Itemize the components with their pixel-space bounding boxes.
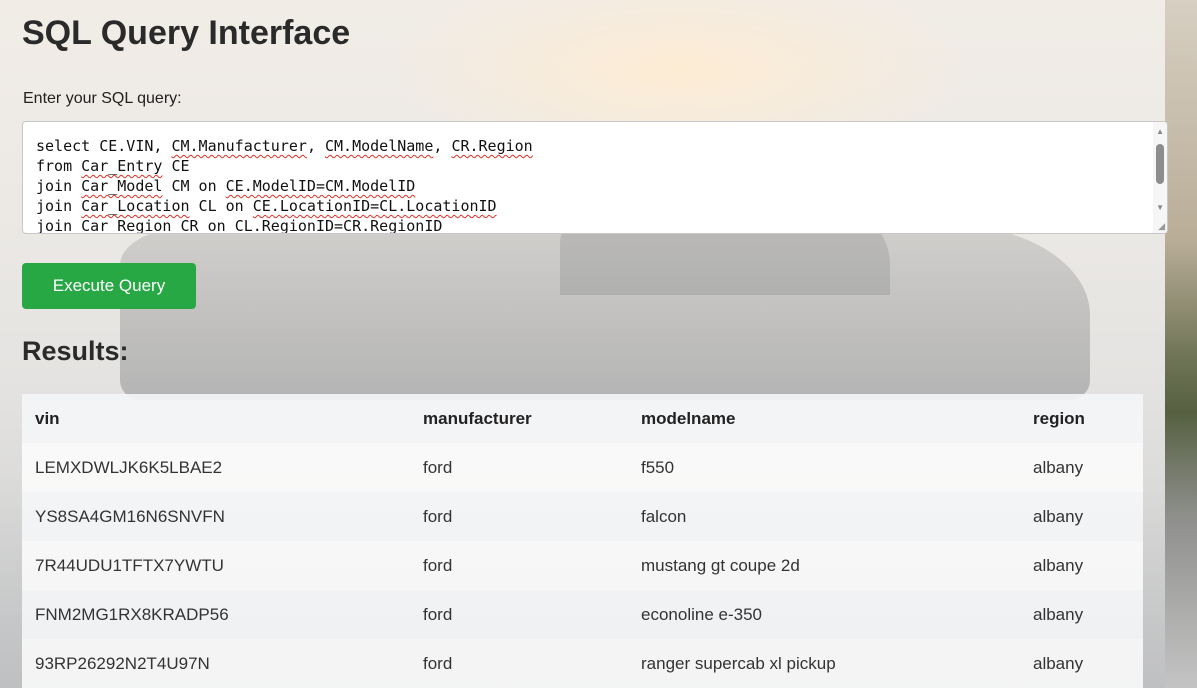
- table-row: YS8SA4GM16N6SNVFN ford falcon albany: [22, 492, 1143, 541]
- cell-modelname: falcon: [628, 492, 1020, 541]
- query-label: Enter your SQL query:: [23, 90, 182, 107]
- cell-region: albany: [1020, 492, 1143, 541]
- cell-region: albany: [1020, 639, 1143, 688]
- column-header-modelname[interactable]: modelname: [628, 394, 1020, 443]
- cell-modelname: mustang gt coupe 2d: [628, 541, 1020, 590]
- query-line-5: join Car_Region CR on CL.RegionID=CR.Reg…: [36, 217, 443, 234]
- table-row: LEMXDWLJK6K5LBAE2 ford f550 albany: [22, 443, 1143, 492]
- scrollbar-thumb[interactable]: [1156, 144, 1164, 184]
- cell-region: albany: [1020, 541, 1143, 590]
- table-row: FNM2MG1RX8KRADP56 ford econoline e-350 a…: [22, 590, 1143, 639]
- table-row: 7R44UDU1TFTX7YWTU ford mustang gt coupe …: [22, 541, 1143, 590]
- cell-modelname: ranger supercab xl pickup: [628, 639, 1020, 688]
- query-line-2: from Car_Entry CE: [36, 157, 190, 175]
- cell-manufacturer: ford: [410, 541, 628, 590]
- query-line-4: join Car_Location CL on CE.LocationID=CL…: [36, 197, 497, 215]
- execute-query-button[interactable]: Execute Query: [22, 263, 196, 309]
- sql-query-text: select CE.VIN, CM.Manufacturer, CM.Model…: [23, 122, 1167, 234]
- results-table: vin manufacturer modelname region LEMXDW…: [22, 394, 1143, 688]
- resize-grip-icon[interactable]: ◢: [1158, 222, 1165, 231]
- scroll-down-arrow-icon[interactable]: ▼: [1156, 204, 1164, 212]
- cell-manufacturer: ford: [410, 590, 628, 639]
- column-header-region[interactable]: region: [1020, 394, 1143, 443]
- table-row: 93RP26292N2T4U97N ford ranger supercab x…: [22, 639, 1143, 688]
- page-content: SQL Query Interface Enter your SQL query…: [0, 0, 1168, 688]
- cell-vin: LEMXDWLJK6K5LBAE2: [22, 443, 410, 492]
- cell-region: albany: [1020, 590, 1143, 639]
- background-right-edge: [1165, 0, 1197, 688]
- scroll-up-arrow-icon[interactable]: ▲: [1156, 128, 1164, 136]
- cell-vin: 7R44UDU1TFTX7YWTU: [22, 541, 410, 590]
- cell-manufacturer: ford: [410, 639, 628, 688]
- editor-scrollbar[interactable]: ▲ ▼: [1153, 122, 1167, 233]
- results-heading: Results:: [22, 336, 129, 366]
- cell-region: albany: [1020, 443, 1143, 492]
- cell-vin: 93RP26292N2T4U97N: [22, 639, 410, 688]
- cell-vin: FNM2MG1RX8KRADP56: [22, 590, 410, 639]
- column-header-manufacturer[interactable]: manufacturer: [410, 394, 628, 443]
- cell-manufacturer: ford: [410, 492, 628, 541]
- column-header-vin[interactable]: vin: [22, 394, 410, 443]
- cell-modelname: f550: [628, 443, 1020, 492]
- sql-query-textarea[interactable]: select CE.VIN, CM.Manufacturer, CM.Model…: [22, 121, 1168, 234]
- cell-manufacturer: ford: [410, 443, 628, 492]
- table-header-row: vin manufacturer modelname region: [22, 394, 1143, 443]
- cell-vin: YS8SA4GM16N6SNVFN: [22, 492, 410, 541]
- query-line-1: select CE.VIN, CM.Manufacturer, CM.Model…: [36, 137, 533, 155]
- page-title: SQL Query Interface: [22, 14, 351, 52]
- query-line-3: join Car_Model CM on CE.ModelID=CM.Model…: [36, 177, 416, 195]
- cell-modelname: econoline e-350: [628, 590, 1020, 639]
